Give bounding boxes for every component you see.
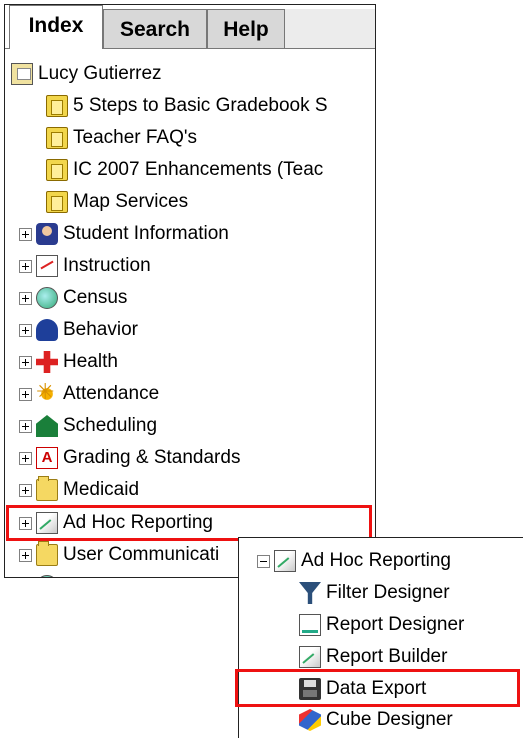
filter-icon: [299, 582, 321, 604]
collapse-icon[interactable]: [257, 554, 270, 568]
help-tree-panel: Index Search Help Lucy Gutierrez 5 Steps…: [4, 4, 376, 578]
popup-item-report-builder[interactable]: Report Builder: [299, 642, 447, 672]
tree-book-item[interactable]: Teacher FAQ's: [46, 123, 197, 153]
tree-module-partial: [19, 571, 63, 577]
student-icon: [36, 223, 58, 245]
popup-item-label: Report Designer: [326, 614, 465, 635]
tree-module-instruction[interactable]: Instruction: [19, 251, 151, 281]
tab-index[interactable]: Index: [9, 5, 103, 49]
book-icon: [46, 191, 68, 213]
tab-search[interactable]: Search: [103, 9, 207, 49]
book-icon: [46, 159, 68, 181]
expand-icon[interactable]: [19, 355, 32, 369]
expand-icon[interactable]: [19, 419, 32, 433]
tree-module-attendance[interactable]: Attendance: [19, 379, 159, 409]
tree-book-item[interactable]: Map Services: [46, 187, 188, 217]
highlight-adhoc-reporting: [6, 505, 372, 541]
tree-module-label: Scheduling: [63, 415, 158, 436]
tree-module-label: Instruction: [63, 255, 151, 276]
tree-module-label: Behavior: [63, 319, 138, 340]
expand-icon[interactable]: [19, 291, 32, 305]
tree-module-behavior[interactable]: Behavior: [19, 315, 138, 345]
tree-module-health[interactable]: Health: [19, 347, 118, 377]
popup-item-cube-designer[interactable]: Cube Designer: [299, 705, 453, 735]
tree-module-medicaid[interactable]: Medicaid: [19, 475, 139, 505]
popup-item-label: Report Builder: [326, 646, 448, 667]
partial-icon: [36, 575, 58, 577]
expand-icon[interactable]: [19, 387, 32, 401]
adhoc-expanded-panel: Ad Hoc Reporting Filter Designer Report …: [238, 537, 523, 738]
tree-module-census[interactable]: Census: [19, 283, 127, 313]
report-designer-icon: [299, 614, 321, 636]
expand-icon[interactable]: [19, 323, 32, 337]
census-icon: [36, 287, 58, 309]
instruction-icon: [36, 255, 58, 277]
tree-module-label: Student Information: [63, 223, 229, 244]
report-builder-icon: [299, 646, 321, 668]
tree-book-label: 5 Steps to Basic Gradebook S: [73, 95, 328, 116]
tree-module-user-communication[interactable]: User Communicati: [19, 540, 219, 570]
health-icon: [36, 351, 58, 373]
highlight-data-export: [235, 669, 520, 707]
popup-header-adhoc-reporting[interactable]: Ad Hoc Reporting: [257, 546, 451, 576]
tree-book-label: IC 2007 Enhancements (Teac: [73, 159, 324, 180]
popup-item-report-designer[interactable]: Report Designer: [299, 610, 464, 640]
tree-module-label: Census: [63, 287, 128, 308]
tree-book-label: Teacher FAQ's: [73, 127, 198, 148]
behavior-icon: [36, 319, 58, 341]
tree-module-label: Health: [63, 351, 118, 372]
scheduling-icon: [36, 415, 58, 437]
tree-module-label: User Communicati: [63, 544, 220, 565]
tree-module-grading[interactable]: A Grading & Standards: [19, 443, 240, 473]
tree-root-user[interactable]: Lucy Gutierrez: [11, 59, 162, 89]
expand-icon[interactable]: [19, 451, 32, 465]
tree-module-student-information[interactable]: Student Information: [19, 219, 229, 249]
book-icon: [46, 127, 68, 149]
popup-item-label: Filter Designer: [326, 582, 450, 603]
tree-module-label: Grading & Standards: [63, 447, 241, 468]
popup-header-label: Ad Hoc Reporting: [301, 550, 451, 571]
popup-item-filter-designer[interactable]: Filter Designer: [299, 578, 450, 608]
expand-icon[interactable]: [19, 548, 32, 562]
tab-help[interactable]: Help: [207, 9, 285, 49]
attendance-icon: [36, 379, 58, 405]
tree-book-label: Map Services: [73, 191, 189, 212]
folder-icon: [36, 476, 58, 501]
tab-strip-fill: [285, 9, 375, 49]
grading-icon: A: [36, 447, 58, 469]
expand-icon[interactable]: [19, 227, 32, 241]
popup-item-label: Cube Designer: [326, 709, 453, 730]
adhoc-icon: [274, 550, 296, 572]
user-book-icon: [11, 63, 33, 85]
folder-icon: [36, 541, 58, 566]
tree-book-item[interactable]: IC 2007 Enhancements (Teac: [46, 155, 323, 185]
tree-module-label: Attendance: [63, 383, 160, 404]
book-icon: [46, 95, 68, 117]
expand-icon[interactable]: [19, 259, 32, 273]
tree-module-label: Medicaid: [63, 479, 140, 500]
cube-icon: [299, 709, 321, 731]
tree-book-item[interactable]: 5 Steps to Basic Gradebook S: [46, 91, 328, 121]
tree-module-scheduling[interactable]: Scheduling: [19, 411, 157, 441]
expand-icon[interactable]: [19, 483, 32, 497]
tree-root-label: Lucy Gutierrez: [38, 63, 162, 84]
